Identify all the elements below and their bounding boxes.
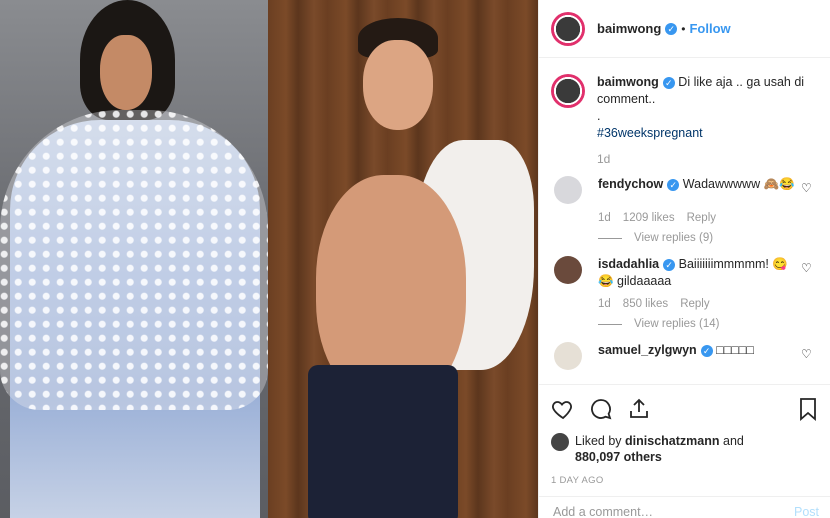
bookmark-icon[interactable] (797, 397, 819, 424)
avatar[interactable] (554, 256, 582, 284)
comment-text: Wadawwwww 🙈😂 (682, 177, 795, 191)
comment-item: samuel_zylgwyn ✓ □□□□□ ♡ (551, 342, 819, 370)
view-replies-button[interactable]: View replies (14) (598, 318, 819, 330)
add-comment-bar: Add a comment… Post (539, 496, 830, 518)
liked-by-prefix: Liked by (575, 434, 622, 448)
like-comment-heart-icon[interactable]: ♡ (801, 182, 813, 194)
avatar[interactable] (551, 433, 569, 451)
comment-body: fendychow ✓ Wadawwwww 🙈😂 (598, 176, 798, 204)
avatar[interactable] (554, 342, 582, 370)
post-timestamp[interactable]: 1 DAY AGO (551, 475, 819, 486)
like-heart-icon[interactable] (551, 397, 575, 424)
separator-dot: • (681, 21, 686, 36)
verified-badge-icon: ✓ (665, 22, 678, 35)
likes-summary: Liked by dinischatzmann and 880,097 othe… (551, 433, 819, 465)
photo-left (0, 0, 268, 518)
divider (598, 323, 622, 325)
hashtag-link[interactable]: #36weekspregnant (597, 126, 703, 140)
reply-button[interactable]: Reply (687, 212, 716, 224)
post-media[interactable] (0, 0, 538, 518)
reply-button[interactable]: Reply (680, 298, 709, 310)
comment-bubble-icon[interactable] (589, 397, 613, 424)
avatar[interactable] (554, 176, 582, 204)
cape-shape (0, 110, 268, 410)
comment-text-line2: 😂 gildaaaaa (598, 274, 672, 288)
verified-badge-icon: ✓ (662, 76, 675, 89)
comment-username[interactable]: isdadahlia (598, 257, 659, 271)
verified-badge-icon: ✓ (700, 344, 713, 357)
post-side-panel: baimwong ✓ • Follow baimwong ✓ Di like aj… (538, 0, 830, 518)
head-shape (363, 40, 433, 130)
comment-username[interactable]: fendychow (598, 177, 663, 191)
header-username[interactable]: baimwong (597, 21, 661, 36)
caption-time: 1d (597, 152, 611, 166)
post-header: baimwong ✓ • Follow (539, 0, 830, 58)
action-icons (551, 395, 819, 425)
share-icon[interactable] (627, 397, 651, 424)
comment-body: samuel_zylgwyn ✓ □□□□□ (598, 342, 798, 370)
and-text: and (723, 434, 744, 448)
pants-shape (308, 365, 458, 518)
comment-text: Baiiiiiiimmmmm! 😋 (678, 257, 788, 271)
post-comment-button[interactable]: Post (794, 505, 819, 518)
liked-by-user[interactable]: dinischatzmann (625, 434, 719, 448)
comment-text: □□□□□ (716, 343, 754, 357)
view-replies-label: View replies (9) (634, 232, 714, 244)
follow-button[interactable]: Follow (689, 21, 730, 36)
verified-badge-icon: ✓ (667, 178, 680, 191)
face-shape (100, 35, 152, 110)
comment-meta: 1d 1209 likes Reply (598, 212, 819, 224)
comment-time: 1d (598, 212, 611, 224)
comment-item: isdadahlia ✓ Baiiiiiiimmmmm! 😋 😂 gildaaaa… (551, 256, 819, 290)
comment-likes[interactable]: 850 likes (623, 298, 668, 310)
like-comment-heart-icon[interactable]: ♡ (801, 262, 813, 274)
view-replies-label: View replies (14) (634, 318, 720, 330)
avatar[interactable] (551, 74, 585, 108)
photo-right (268, 0, 538, 518)
caption-body: baimwong ✓ Di like aja .. ga usah di comm… (597, 74, 819, 142)
post-actions: Liked by dinischatzmann and 880,097 othe… (539, 384, 830, 486)
comment-username[interactable]: samuel_zylgwyn (598, 343, 697, 357)
comment-input[interactable]: Add a comment… (553, 505, 653, 518)
like-comment-heart-icon[interactable]: ♡ (801, 348, 813, 360)
comments-list[interactable]: baimwong ✓ Di like aja .. ga usah di comm… (539, 58, 830, 384)
comment-item: fendychow ✓ Wadawwwww 🙈😂 ♡ (551, 176, 819, 204)
divider (598, 237, 622, 239)
verified-badge-icon: ✓ (663, 258, 676, 271)
view-replies-button[interactable]: View replies (9) (598, 232, 819, 244)
caption-dot: . (597, 109, 601, 123)
comment-likes[interactable]: 1209 likes (623, 212, 675, 224)
caption-username[interactable]: baimwong (597, 75, 659, 89)
others-count[interactable]: 880,097 others (575, 450, 662, 464)
comment-meta: 1d 850 likes Reply (598, 298, 819, 310)
likes-text: Liked by dinischatzmann and 880,097 othe… (575, 433, 744, 465)
comment-body: isdadahlia ✓ Baiiiiiiimmmmm! 😋 😂 gildaaaa… (598, 256, 798, 290)
avatar[interactable] (551, 11, 585, 46)
caption: baimwong ✓ Di like aja .. ga usah di comm… (551, 74, 819, 142)
comment-time: 1d (598, 298, 611, 310)
